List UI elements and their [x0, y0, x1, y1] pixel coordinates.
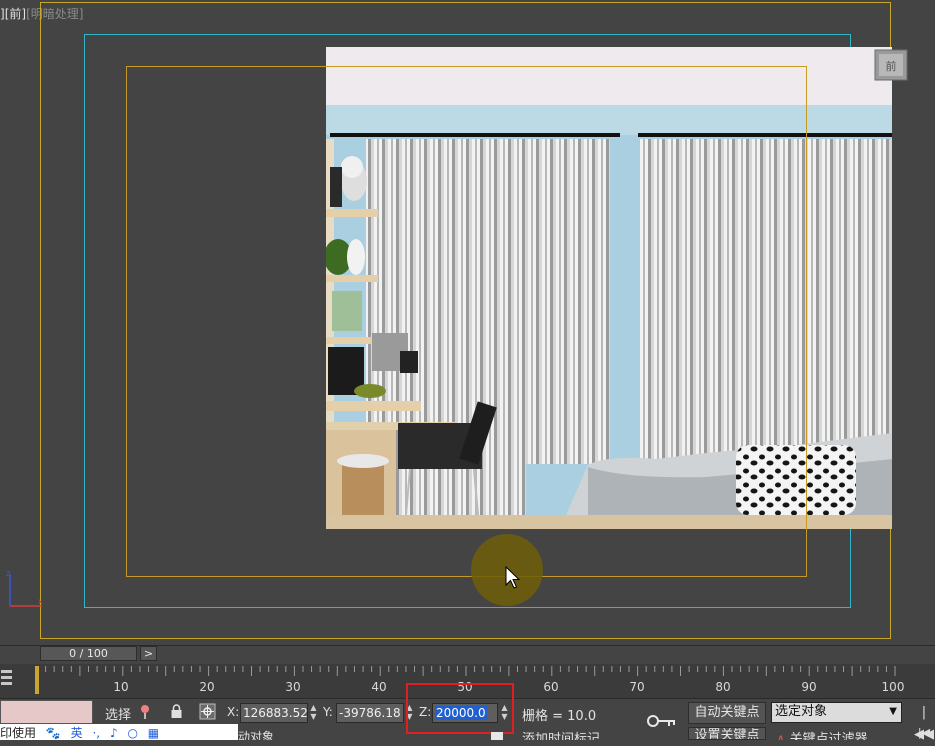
goto-start-button[interactable]: |◀◀: [913, 702, 935, 742]
track-tick-label: 70: [629, 680, 644, 694]
ime-skin-icon[interactable]: ○: [127, 726, 137, 740]
set-key-label: 设置关键点: [694, 728, 760, 740]
svg-text:z: z: [6, 569, 10, 578]
key-icon[interactable]: [647, 714, 677, 728]
ime-toolbar[interactable]: 印使用 🐾 英 ·, ♪ ○ ▦: [0, 724, 238, 740]
track-tick-label: 80: [715, 680, 730, 694]
track-tick-label: 60: [543, 680, 558, 694]
time-slider-thumb[interactable]: 0 / 100: [40, 646, 137, 661]
track-tick-label: 30: [285, 680, 300, 694]
ime-voice-button[interactable]: ♪: [110, 726, 118, 740]
track-tick-label: 20: [199, 680, 214, 694]
paw-icon[interactable]: 🐾: [46, 726, 61, 740]
axis-tripod-icon: z x: [6, 569, 43, 607]
prompt-line: 动对象: [238, 730, 275, 740]
track-tick-label: 90: [801, 680, 816, 694]
x-label: X:: [227, 705, 240, 719]
set-key-button[interactable]: 设置关键点: [688, 727, 766, 740]
current-frame-marker[interactable]: [35, 666, 39, 694]
key-filters-label: 关键点过滤器: [789, 732, 868, 740]
x-coordinate-value: 126883.52: [243, 706, 308, 720]
key-mode-dropdown[interactable]: 选定对象 ▼: [771, 702, 902, 723]
key-filter-curve-icon: ∧: [776, 732, 786, 740]
x-spinner[interactable]: ▲ ▼: [309, 703, 318, 723]
selection-status: 选择: [105, 708, 132, 723]
y-coordinate-input[interactable]: -39786.18: [336, 703, 404, 723]
auto-key-label: 自动关键点: [694, 705, 760, 720]
key-filters-button[interactable]: ∧ 关键点过滤器: [776, 728, 868, 740]
annotation-highlight-box: [406, 683, 514, 734]
x-coordinate-input[interactable]: 126883.52: [240, 703, 308, 723]
mouse-cursor-icon: [505, 566, 521, 589]
safe-frame-title: [126, 66, 807, 577]
chevron-down-icon: ▼: [889, 706, 897, 717]
track-tick-label: 40: [371, 680, 386, 694]
time-tag-checkbox[interactable]: [491, 732, 503, 740]
add-time-tag-button[interactable]: 添加时间标记: [522, 728, 600, 740]
viewport-view-label[interactable]: [前]: [5, 7, 26, 21]
auto-key-button[interactable]: 自动关键点: [688, 702, 766, 724]
frame-display: 0 / 100: [69, 647, 108, 660]
track-tick-label: 10: [113, 680, 128, 694]
pin-icon[interactable]: [139, 704, 151, 720]
key-mode-selected: 选定对象: [775, 704, 828, 719]
time-next-label: >: [143, 647, 154, 660]
track-tick-label: 100: [882, 680, 905, 694]
svg-text:x: x: [38, 597, 43, 606]
time-next-button[interactable]: >: [140, 646, 157, 661]
grid-size-label: 栅格 = 10.0: [522, 709, 597, 724]
svg-text:前: 前: [886, 59, 897, 73]
previous-frame-icon: |◀: [917, 726, 931, 739]
ime-language-toggle[interactable]: 英: [71, 724, 83, 740]
absolute-mode-icon[interactable]: [199, 703, 216, 720]
print-text: 印使用: [0, 726, 37, 740]
ime-toolbox-icon[interactable]: ▦: [148, 726, 159, 740]
ime-punctuation-toggle[interactable]: ·,: [92, 726, 100, 740]
open-mini-curve-editor-icon[interactable]: [0, 668, 14, 690]
maxscript-listener[interactable]: [0, 700, 93, 724]
lock-icon[interactable]: [170, 704, 183, 719]
y-label: Y:: [323, 705, 333, 719]
previous-frame-button[interactable]: |◀: [913, 726, 935, 740]
viewcube-icon[interactable]: 前: [873, 48, 909, 82]
y-coordinate-value: -39786.18: [339, 706, 401, 720]
